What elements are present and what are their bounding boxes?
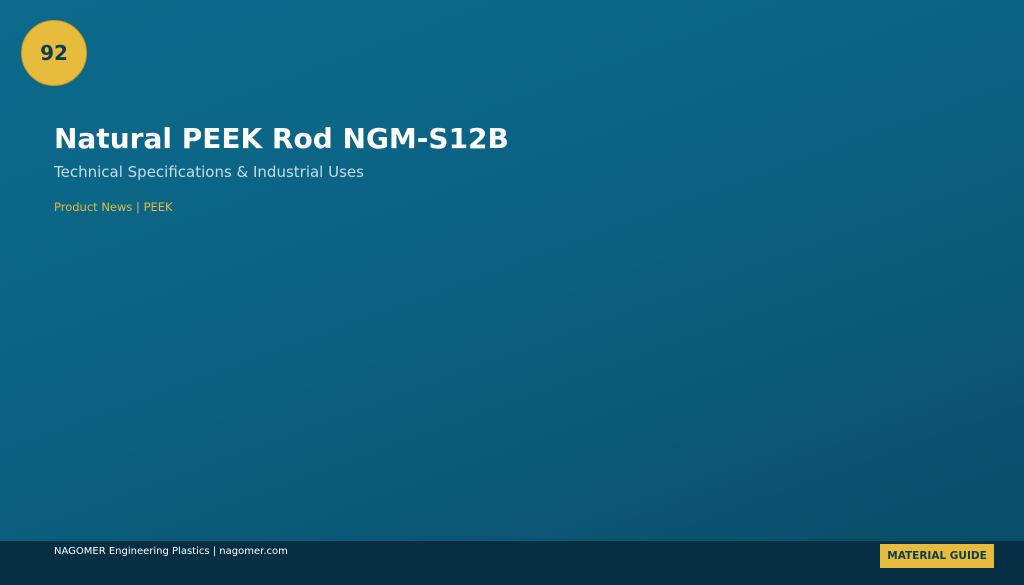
category-tagline: Product News | PEEK	[54, 200, 173, 214]
material-guide-button[interactable]: MATERIAL GUIDE	[880, 544, 994, 568]
slide-number-badge: 92	[21, 20, 87, 86]
footer-company-text: NAGOMER Engineering Plastics | nagomer.c…	[54, 546, 288, 557]
slide: 92 Natural PEEK Rod NGM-S12B Technical S…	[0, 0, 1024, 585]
page-subtitle: Technical Specifications & Industrial Us…	[54, 163, 364, 181]
slide-number: 92	[40, 41, 68, 65]
footer-bar: NAGOMER Engineering Plastics | nagomer.c…	[0, 541, 1024, 585]
page-title: Natural PEEK Rod NGM-S12B	[54, 122, 509, 155]
